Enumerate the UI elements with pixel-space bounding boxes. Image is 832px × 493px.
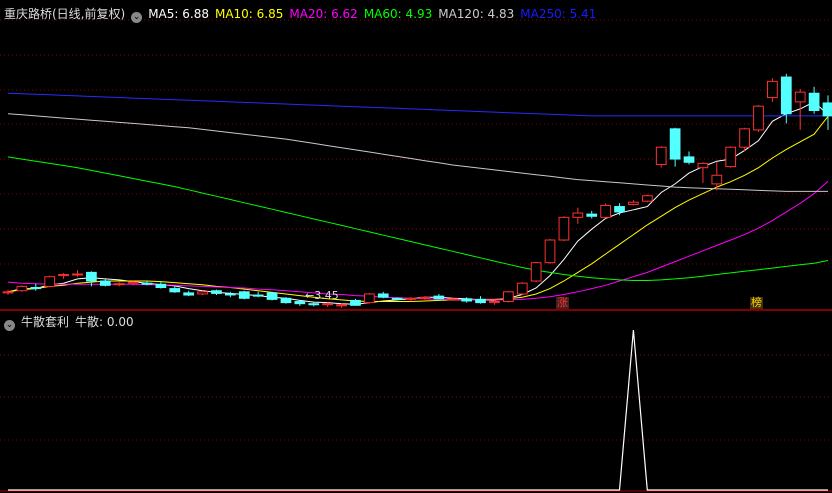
tag-bang: 榜 [750, 296, 763, 309]
candle-body [252, 294, 264, 297]
ma-label: MA20: 6.62 [289, 7, 358, 21]
candle-body [641, 195, 653, 202]
candle-body [197, 291, 208, 295]
candle-body [58, 274, 69, 277]
candle-body [322, 303, 334, 306]
candle-body [711, 174, 723, 185]
candle-body [544, 239, 556, 264]
candle-body [86, 271, 97, 282]
ma-label: MA60: 4.93 [363, 7, 433, 21]
stock-title: 重庆路桥(日线,前复权) [4, 7, 126, 21]
ma-line-ma250 [7, 92, 828, 117]
chevron-down-icon[interactable]: ⌄ [4, 320, 15, 331]
candle-body [211, 290, 222, 294]
candle-body [628, 201, 639, 205]
ma-label: MA120: 4.83 [438, 7, 515, 21]
candle-body [266, 292, 278, 300]
candle-body [767, 80, 778, 99]
candle-body [530, 262, 542, 282]
candle-body [280, 297, 292, 304]
candle-body [391, 297, 403, 300]
candle-body [433, 295, 445, 300]
indicator-line [8, 329, 828, 491]
candle-body [586, 213, 598, 217]
candle-body [72, 273, 83, 276]
candle-body [169, 288, 181, 293]
candle-body [475, 298, 486, 304]
candle-body [600, 204, 611, 218]
ma-line-ma10 [7, 116, 829, 302]
candle-body [558, 216, 570, 241]
candle-body [113, 283, 125, 286]
candle-body [183, 292, 195, 296]
candle-body [502, 291, 514, 303]
candle-body [808, 92, 820, 111]
ma-line-ma120 [7, 113, 828, 192]
ma-line-ma5 [7, 101, 829, 305]
low-price-marker: ←3.45 [305, 289, 339, 302]
candle-body [363, 293, 375, 304]
candle-body [405, 297, 417, 300]
candle-body [572, 212, 584, 218]
candle-body [794, 91, 806, 103]
candle-body [30, 286, 42, 290]
ma-label: MA5: 6.88 [148, 7, 209, 21]
candle-body [225, 293, 236, 296]
candle-body [377, 293, 389, 298]
chevron-down-icon[interactable]: ⌄ [131, 12, 143, 23]
candle-body [419, 296, 431, 299]
candle-body [697, 162, 709, 169]
candle-body [489, 301, 500, 304]
candle-body [99, 280, 111, 286]
candle-body [614, 206, 625, 213]
candle-body [16, 285, 28, 292]
candle-body [238, 291, 250, 299]
candle-body [141, 282, 153, 285]
candle-body [44, 276, 56, 287]
ma-legend: MA5: 6.88 MA10: 6.85 MA20: 6.62 MA60: 4.93 M… [148, 7, 602, 21]
ma-label: MA10: 6.85 [214, 7, 284, 21]
indicator-value: 牛散: 0.00 [75, 315, 134, 329]
top-panel-header: 重庆路桥(日线,前复权) ⌄ MA5: 6.88 MA10: 6.85 MA20: 6.… [4, 7, 602, 23]
chart-canvas[interactable] [0, 0, 832, 493]
candle-body [739, 128, 750, 148]
candle-body [683, 156, 695, 163]
candle-body [294, 301, 306, 305]
candle-body [461, 298, 473, 302]
ma-line-ma60 [7, 156, 829, 281]
candle-body [780, 76, 792, 115]
candle-body [753, 105, 764, 131]
indicator-title: 牛散套利 [21, 315, 70, 329]
tag-zhang: 涨 [556, 296, 569, 309]
candle-body [669, 128, 681, 160]
candle-body [336, 304, 347, 307]
candle-body [155, 283, 167, 288]
candle-body [2, 291, 14, 294]
ma-label: MA250: 5.41 [520, 7, 597, 21]
candle-body [822, 102, 832, 117]
candle-body [350, 299, 361, 306]
candle-body [127, 281, 139, 284]
bottom-panel-header: ⌄ 牛散套利 牛散: 0.00 [4, 315, 140, 331]
candle-body [447, 298, 459, 301]
candle-body [725, 146, 737, 168]
candle-body [308, 303, 320, 306]
candle-body [655, 146, 667, 165]
candle-body [516, 282, 528, 295]
